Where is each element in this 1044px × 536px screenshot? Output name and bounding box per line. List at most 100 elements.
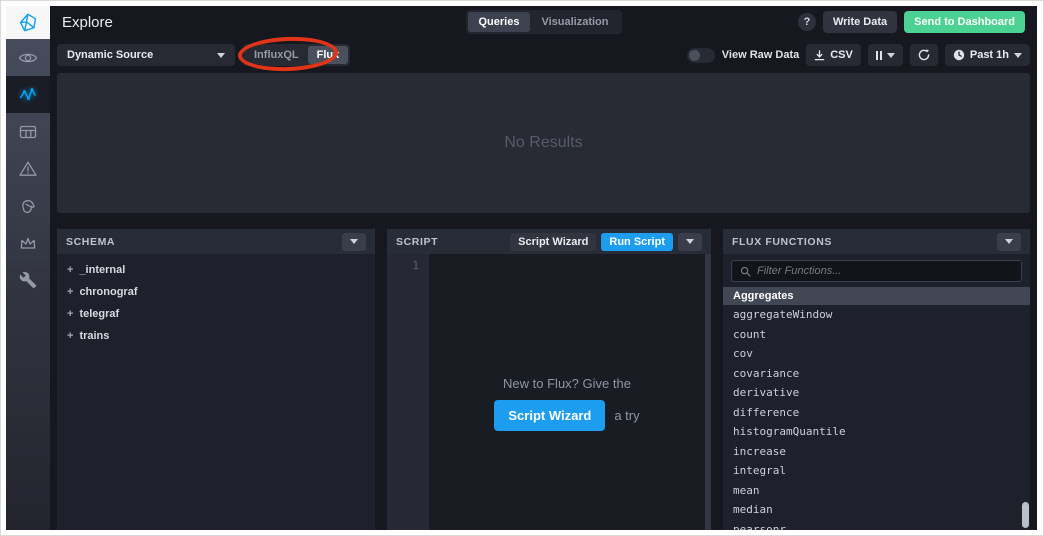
refresh-icon	[918, 49, 930, 61]
sidebar-item-alerts[interactable]	[6, 150, 50, 187]
schema-item-label: telegraf	[79, 308, 119, 320]
flux-functions-title: FLUX FUNCTIONS	[732, 236, 832, 248]
script-editor[interactable]: 1 New to Flux? Give the Script Wizard a …	[387, 254, 711, 530]
empty-state-suffix: a try	[614, 408, 639, 423]
chronograf-logo-icon	[17, 12, 39, 34]
download-icon	[814, 50, 825, 61]
tab-queries[interactable]: Queries	[467, 12, 530, 32]
tab-visualization[interactable]: Visualization	[530, 12, 619, 32]
function-list-item[interactable]: count	[723, 325, 1030, 345]
screenshot-frame: Explore Queries Visualization ? Write Da…	[0, 0, 1044, 536]
toggle-knob	[689, 50, 700, 61]
chronograf-app: Explore Queries Visualization ? Write Da…	[6, 6, 1037, 530]
time-range-dropdown[interactable]: Past 1h	[945, 44, 1030, 66]
sidebar-item-configuration[interactable]	[6, 261, 50, 298]
tab-queries-label: Queries	[478, 16, 519, 28]
function-list-item[interactable]: median	[723, 500, 1030, 520]
function-list-item[interactable]: integral	[723, 461, 1030, 481]
results-panel: No Results	[57, 73, 1030, 213]
download-csv-button[interactable]: CSV	[806, 44, 861, 66]
function-list-item[interactable]: cov	[723, 344, 1030, 364]
empty-state-text: New to Flux? Give the	[503, 376, 631, 391]
help-button[interactable]: ?	[798, 13, 816, 31]
function-list-item[interactable]: derivative	[723, 383, 1030, 403]
schema-tree-item[interactable]: + _internal	[57, 259, 375, 281]
script-panel-header: SCRIPT Script Wizard Run Script	[387, 229, 711, 254]
query-language-toggle: InfluxQL Flux	[243, 44, 350, 66]
run-script-button[interactable]: Run Script	[601, 233, 673, 251]
script-wizard-button[interactable]: Script Wizard	[510, 233, 596, 251]
function-list-scrollbar[interactable]	[1022, 502, 1029, 528]
function-list-item[interactable]: mean	[723, 481, 1030, 501]
script-options-button[interactable]	[678, 233, 702, 251]
refresh-button[interactable]	[910, 44, 938, 66]
graph-pulse-icon	[18, 85, 38, 105]
sidebar-item-kapacitor[interactable]	[6, 187, 50, 224]
chevron-down-icon	[350, 239, 358, 248]
admin-crown-icon	[18, 233, 38, 253]
write-data-button[interactable]: Write Data	[823, 11, 897, 33]
script-wizard-cta-button[interactable]: Script Wizard	[494, 400, 605, 431]
flux-functions-collapse-button[interactable]	[997, 233, 1021, 251]
schema-panel-title: SCHEMA	[66, 236, 115, 248]
view-raw-data-toggle[interactable]	[687, 48, 715, 63]
function-list-item[interactable]: histogramQuantile	[723, 422, 1030, 442]
toolbar-right-controls: View Raw Data CSV	[687, 44, 1030, 66]
editor-scrollbar[interactable]	[705, 254, 711, 530]
search-icon	[740, 266, 751, 277]
chevron-down-icon	[887, 53, 895, 62]
sidebar-item-host-list[interactable]	[6, 39, 50, 76]
pause-dropdown-button[interactable]	[868, 44, 903, 66]
language-option-influxql[interactable]: InfluxQL	[245, 46, 308, 64]
page-title: Explore	[62, 14, 113, 31]
time-range-value: Past 1h	[970, 49, 1009, 61]
schema-tree-item[interactable]: + chronograf	[57, 281, 375, 303]
dashboards-icon	[18, 122, 38, 142]
schema-collapse-button[interactable]	[342, 233, 366, 251]
sidebar-item-data-explorer[interactable]	[6, 76, 50, 113]
bottom-panels: SCHEMA + _internal	[57, 229, 1030, 530]
tab-visualization-label: Visualization	[541, 16, 608, 28]
script-panel: SCRIPT Script Wizard Run Script 1	[387, 229, 711, 530]
chevron-down-icon	[217, 53, 225, 62]
send-to-dashboard-button[interactable]: Send to Dashboard	[904, 11, 1025, 33]
expand-icon: +	[67, 286, 73, 298]
function-category-header: Aggregates	[723, 287, 1030, 305]
schema-item-label: _internal	[79, 264, 125, 276]
source-dropdown-value: Dynamic Source	[67, 49, 153, 61]
chevron-down-icon	[686, 239, 694, 248]
script-empty-state: New to Flux? Give the Script Wizard a tr…	[429, 376, 705, 431]
query-toolbar: Dynamic Source InfluxQL Flux View Raw Da…	[50, 38, 1037, 72]
function-list-item[interactable]: pearsonr	[723, 520, 1030, 531]
schema-item-label: chronograf	[79, 286, 137, 298]
eye-icon	[18, 48, 38, 68]
expand-icon: +	[67, 308, 73, 320]
chevron-down-icon	[1014, 53, 1022, 62]
function-list-item[interactable]: difference	[723, 403, 1030, 423]
source-dropdown[interactable]: Dynamic Source	[57, 44, 235, 66]
function-list-item[interactable]: increase	[723, 442, 1030, 462]
schema-tree-item[interactable]: + telegraf	[57, 303, 375, 325]
editor-line-numbers: 1	[387, 254, 429, 530]
expand-icon: +	[67, 330, 73, 342]
main-area: Explore Queries Visualization ? Write Da…	[50, 6, 1037, 530]
language-option-flux[interactable]: Flux	[308, 46, 349, 64]
view-tabs: Queries Visualization	[465, 10, 621, 34]
no-results-message: No Results	[504, 134, 582, 152]
function-list-item[interactable]: covariance	[723, 364, 1030, 384]
view-raw-data-label: View Raw Data	[722, 49, 799, 61]
schema-item-label: trains	[79, 330, 109, 342]
sidebar-item-admin[interactable]	[6, 224, 50, 261]
sidebar-item-dashboards[interactable]	[6, 113, 50, 150]
filter-functions-input[interactable]: Filter Functions...	[731, 260, 1022, 282]
filter-functions-placeholder: Filter Functions...	[757, 265, 841, 277]
schema-tree: + _internal + chronograf + telegra	[57, 254, 375, 347]
alert-triangle-icon	[18, 159, 38, 179]
function-list-item[interactable]: aggregateWindow	[723, 305, 1030, 325]
pause-icon	[876, 51, 882, 60]
schema-panel: SCHEMA + _internal	[57, 229, 375, 530]
editor-code-area[interactable]: New to Flux? Give the Script Wizard a tr…	[429, 254, 711, 530]
sidebar-item-chronograf-logo[interactable]	[6, 6, 50, 39]
schema-panel-header: SCHEMA	[57, 229, 375, 254]
schema-tree-item[interactable]: + trains	[57, 325, 375, 347]
